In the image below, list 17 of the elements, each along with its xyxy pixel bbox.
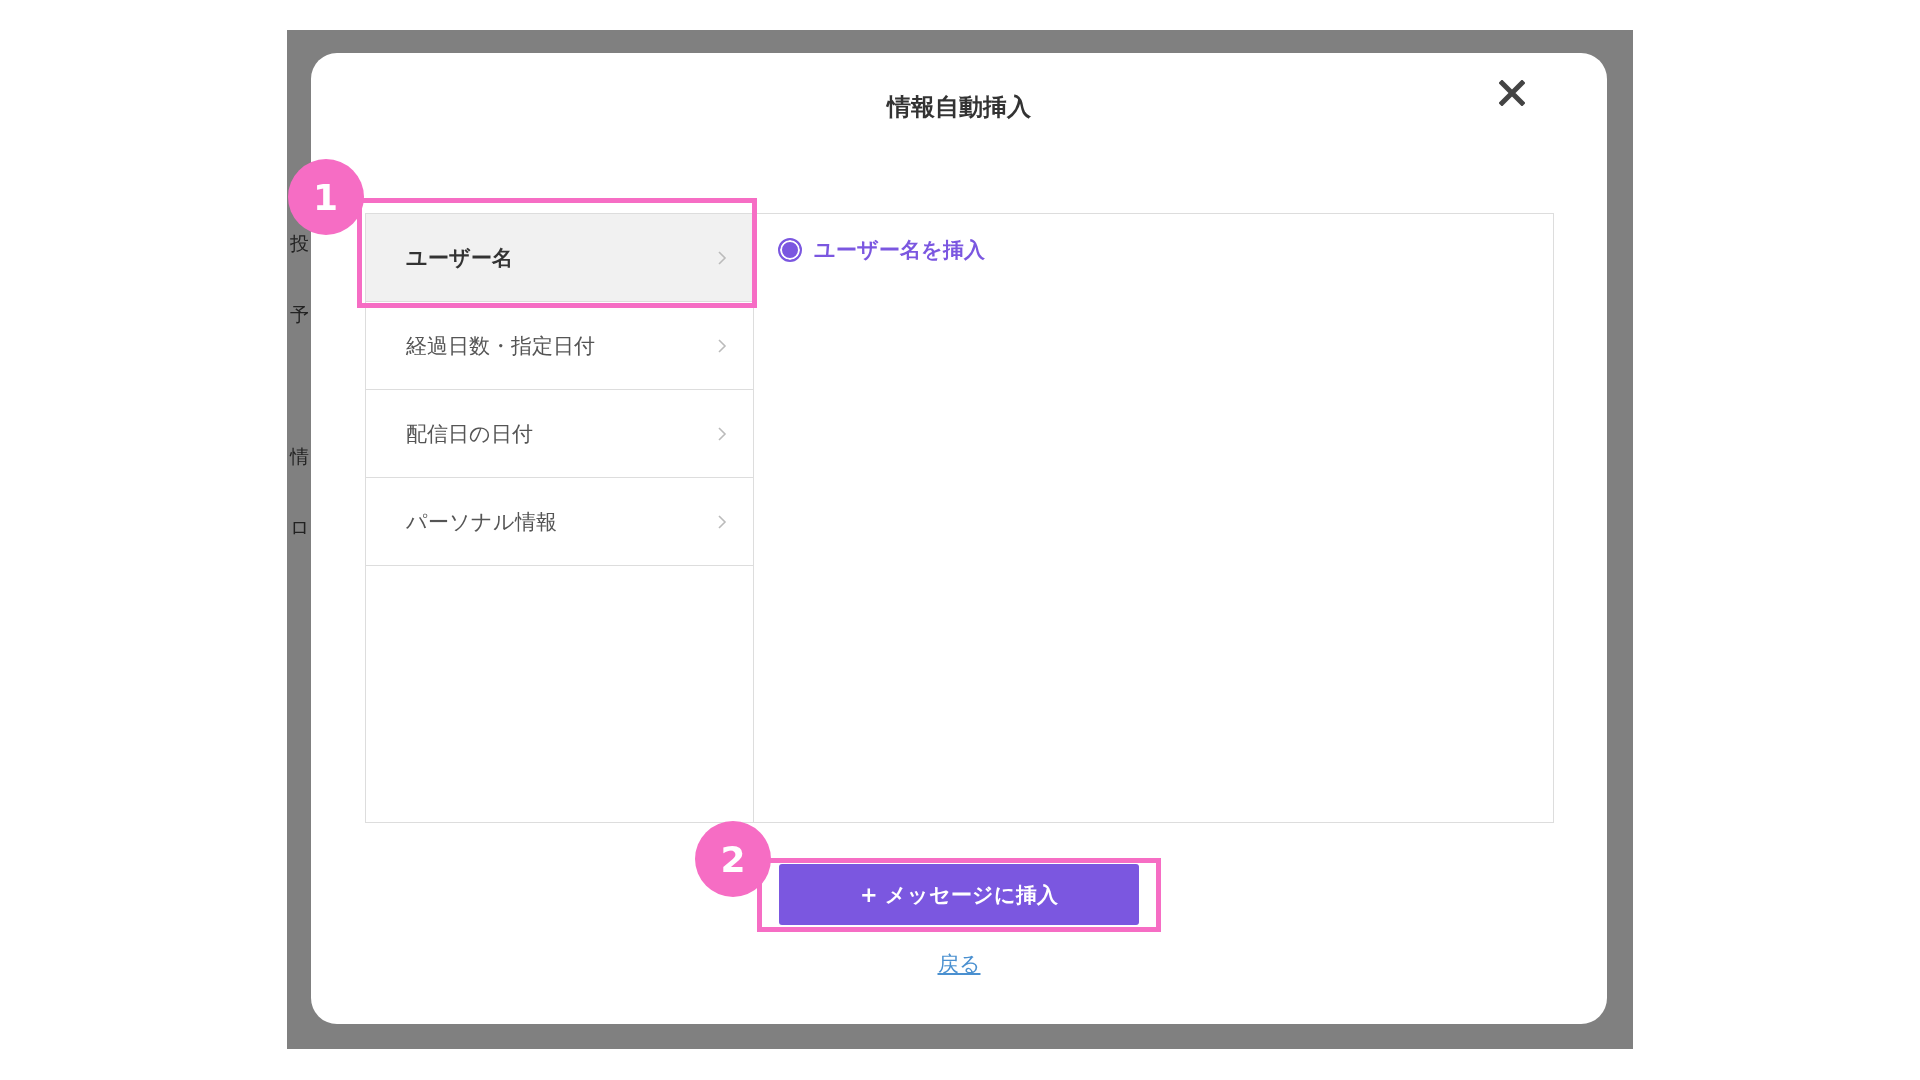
close-icon[interactable] <box>1499 80 1525 106</box>
sidebar-label: 情 <box>290 445 309 467</box>
sidebar-label: 予 <box>290 303 309 325</box>
chevron-icon <box>716 513 727 530</box>
radio-button[interactable] <box>777 238 802 262</box>
sidebar-label: 投 <box>290 232 309 254</box>
insert-button[interactable]: + メッセージに挿入 <box>779 864 1139 925</box>
step-badge: 2 <box>695 821 771 897</box>
sidebar-label: ロ <box>290 516 309 538</box>
chevron-icon <box>716 337 727 354</box>
menu-item[interactable]: ユーザー名 <box>365 214 753 302</box>
option-label: ユーザー名を挿入 <box>813 237 985 264</box>
chevron-icon <box>716 249 727 266</box>
radio-option[interactable]: ユーザー名を挿入 <box>777 236 985 264</box>
dialog-title: 情報自動挿入 <box>887 92 1031 123</box>
step-badge: 1 <box>287 159 364 235</box>
chevron-icon <box>716 425 727 442</box>
